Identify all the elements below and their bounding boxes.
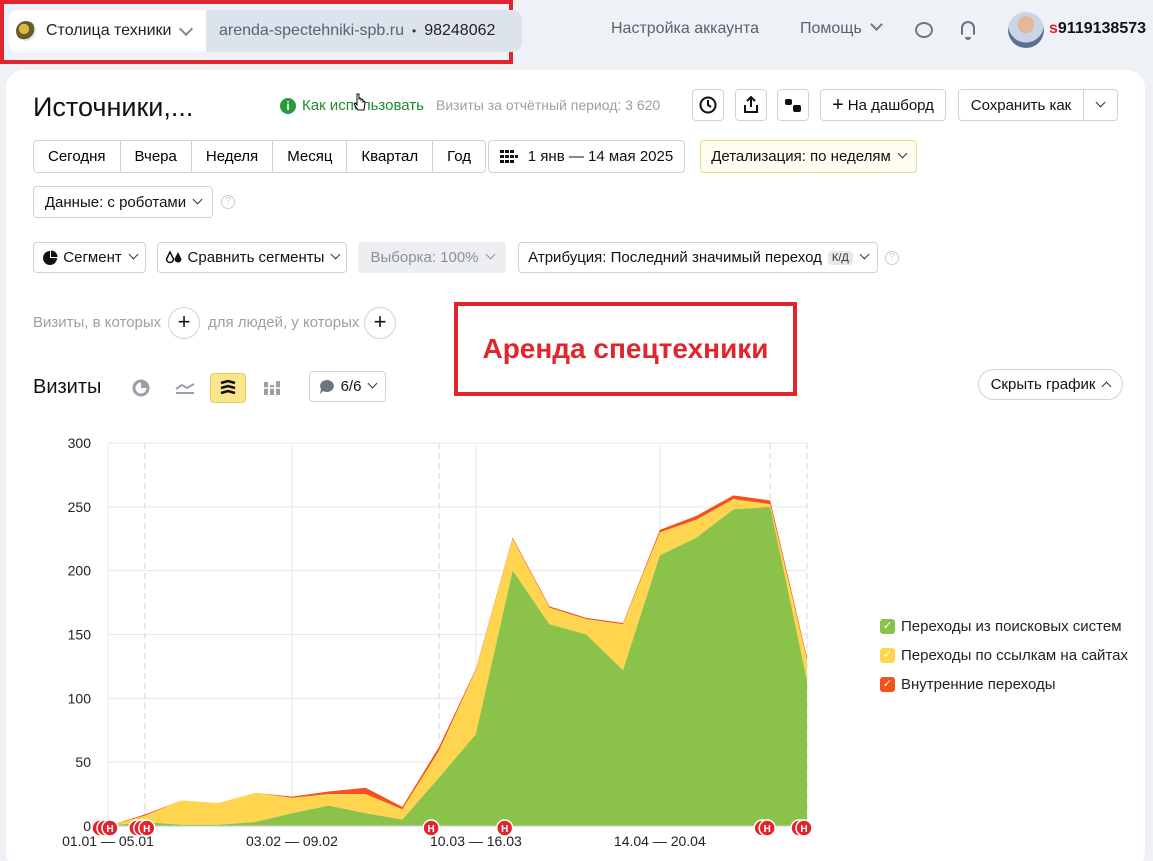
annotation-marker[interactable]: Н [422, 819, 440, 837]
visits-chart: 05010015020025030001.01 — 05.01 03.02 — 0… [62, 435, 813, 849]
svg-text:Н: Н [764, 824, 771, 835]
legend-item[interactable]: ✓ Переходы из поисковых систем [880, 612, 1128, 641]
y-tick-label: 300 [68, 435, 92, 451]
checkbox-checked-icon[interactable]: ✓ [880, 619, 895, 634]
annotation-marker[interactable]: Н [795, 819, 813, 837]
x-tick-label: 14.04 — 20.04 [614, 833, 706, 849]
annotation-marker[interactable]: Н [101, 819, 119, 837]
checkbox-checked-icon[interactable]: ✓ [880, 648, 895, 663]
checkbox-checked-icon[interactable]: ✓ [880, 677, 895, 692]
annotation-marker[interactable]: Н [138, 819, 156, 837]
legend-item[interactable]: ✓ Внутренние переходы [880, 670, 1128, 699]
y-tick-label: 150 [68, 627, 92, 643]
svg-text:Н: Н [143, 824, 150, 835]
chart-legend: ✓ Переходы из поисковых систем ✓ Переходы п… [880, 612, 1128, 699]
svg-text:Н: Н [800, 824, 807, 835]
annotation-marker[interactable]: Н [758, 819, 776, 837]
legend-label: Переходы по ссылкам на сайтах [901, 647, 1128, 664]
legend-item[interactable]: ✓ Переходы по ссылкам на сайтах [880, 641, 1128, 670]
svg-text:Н: Н [427, 824, 434, 835]
y-tick-label: 50 [75, 754, 91, 770]
annotation-marker[interactable]: Н [495, 819, 514, 837]
series-area [108, 506, 807, 826]
svg-text:Н: Н [106, 824, 113, 835]
legend-label: Внутренние переходы [901, 676, 1056, 693]
legend-label: Переходы из поисковых систем [901, 618, 1122, 635]
x-tick-label: 03.02 — 09.02 [246, 833, 338, 849]
y-tick-label: 200 [68, 563, 92, 579]
y-tick-label: 0 [83, 818, 91, 834]
y-tick-label: 100 [68, 690, 92, 706]
svg-text:Н: Н [501, 824, 508, 835]
y-tick-label: 250 [68, 499, 92, 515]
